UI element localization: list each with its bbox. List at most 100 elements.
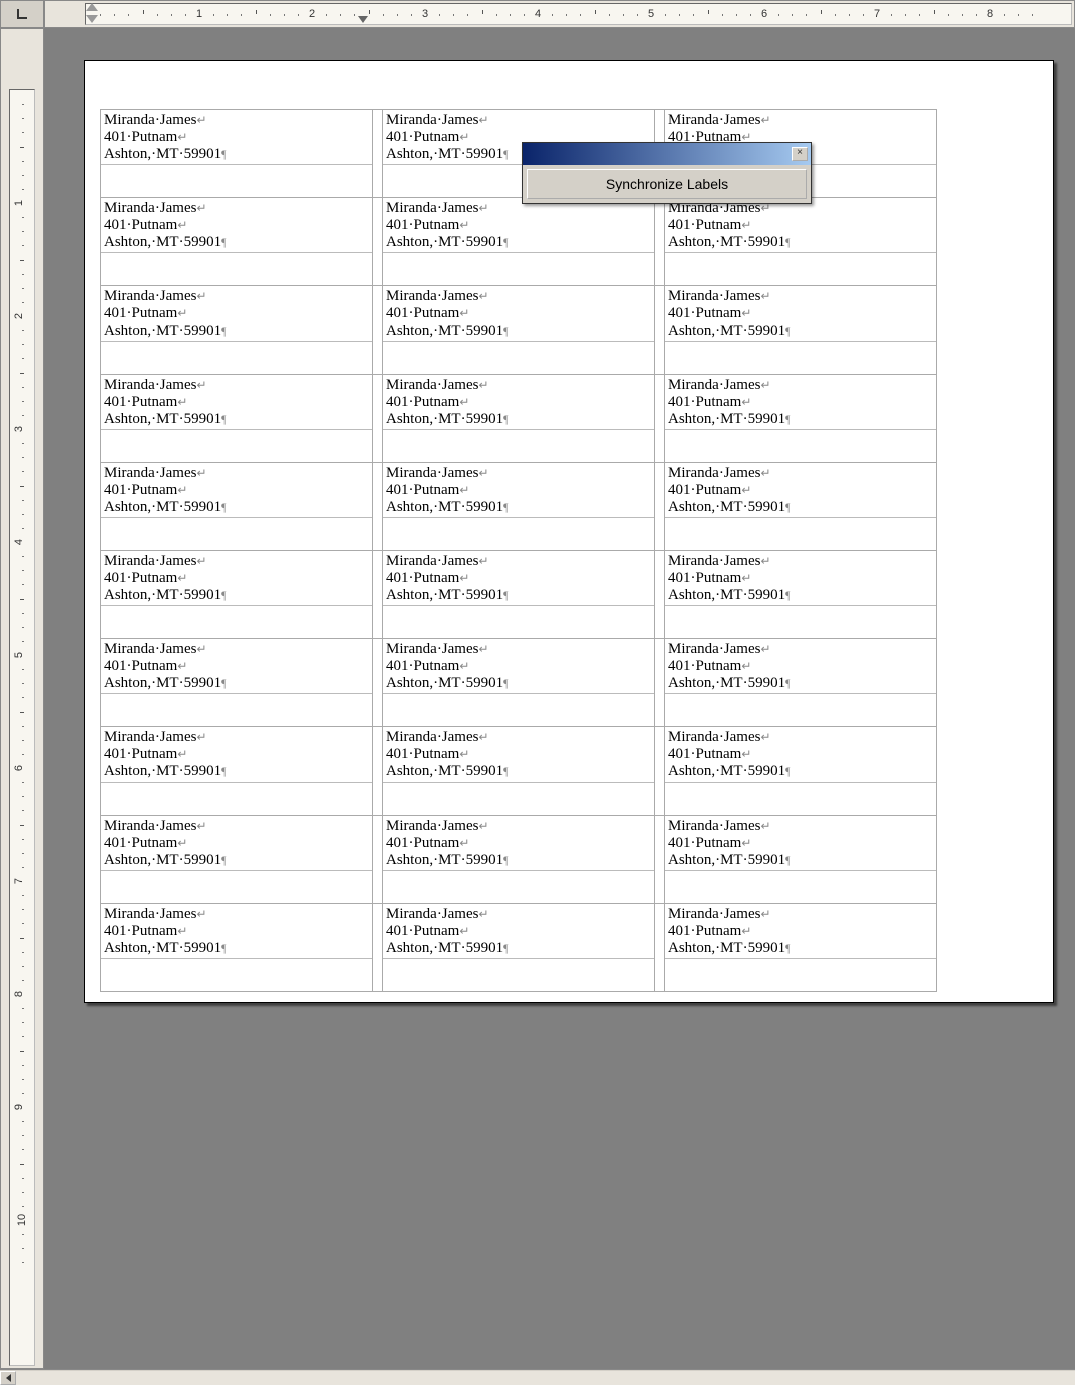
label-cell[interactable]: Miranda·James↵401·Putnam↵Ashton,·MT·5990… [383, 462, 655, 550]
label-cell[interactable]: Miranda·James↵401·Putnam↵Ashton,·MT·5990… [101, 903, 373, 991]
label-text-block[interactable]: Miranda·James↵401·Putnam↵Ashton,·MT·5990… [665, 551, 936, 606]
label-text-block[interactable]: Miranda·James↵401·Putnam↵Ashton,·MT·5990… [101, 816, 372, 871]
label-text-block[interactable]: Miranda·James↵401·Putnam↵Ashton,·MT·5990… [383, 198, 654, 253]
label-text-block[interactable]: Miranda·James↵401·Putnam↵Ashton,·MT·5990… [383, 816, 654, 871]
close-button[interactable]: × [792, 147, 808, 161]
label-text-block[interactable]: Miranda·James↵401·Putnam↵Ashton,·MT·5990… [665, 463, 936, 518]
toolbar-titlebar[interactable]: × [523, 143, 811, 165]
label-empty-area[interactable] [101, 165, 372, 197]
label-text-block[interactable]: Miranda·James↵401·Putnam↵Ashton,·MT·5990… [665, 727, 936, 782]
label-cell[interactable]: Miranda·James↵401·Putnam↵Ashton,·MT·5990… [101, 198, 373, 286]
label-empty-area[interactable] [383, 342, 654, 374]
label-text-block[interactable]: Miranda·James↵401·Putnam↵Ashton,·MT·5990… [383, 904, 654, 959]
label-empty-area[interactable] [665, 694, 936, 726]
label-text-block[interactable]: Miranda·James↵401·Putnam↵Ashton,·MT·5990… [101, 198, 372, 253]
left-indent-marker-icon[interactable] [86, 3, 98, 11]
label-cell[interactable]: Miranda·James↵401·Putnam↵Ashton,·MT·5990… [665, 727, 937, 815]
scroll-track[interactable] [16, 1371, 1075, 1385]
label-line: Ashton,·MT·59901 [104, 763, 221, 779]
label-cell[interactable]: Miranda·James↵401·Putnam↵Ashton,·MT·5990… [665, 550, 937, 638]
label-text-block[interactable]: Miranda·James↵401·Putnam↵Ashton,·MT·5990… [101, 727, 372, 782]
label-cell[interactable]: Miranda·James↵401·Putnam↵Ashton,·MT·5990… [101, 639, 373, 727]
horizontal-ruler[interactable]: 12345678 [44, 0, 1075, 28]
label-empty-area[interactable] [383, 253, 654, 285]
label-cell[interactable]: Miranda·James↵401·Putnam↵Ashton,·MT·5990… [665, 815, 937, 903]
label-empty-area[interactable] [383, 694, 654, 726]
label-empty-area[interactable] [665, 253, 936, 285]
label-cell[interactable]: Miranda·James↵401·Putnam↵Ashton,·MT·5990… [383, 903, 655, 991]
label-text-block[interactable]: Miranda·James↵401·Putnam↵Ashton,·MT·5990… [101, 375, 372, 430]
label-text-block[interactable]: Miranda·James↵401·Putnam↵Ashton,·MT·5990… [665, 198, 936, 253]
label-text-block[interactable]: Miranda·James↵401·Putnam↵Ashton,·MT·5990… [383, 286, 654, 341]
label-empty-area[interactable] [101, 253, 372, 285]
label-text-block[interactable]: Miranda·James↵401·Putnam↵Ashton,·MT·5990… [101, 286, 372, 341]
label-empty-area[interactable] [101, 783, 372, 815]
vertical-ruler[interactable]: 12345678910 [0, 28, 44, 1369]
label-empty-area[interactable] [665, 518, 936, 550]
label-cell[interactable]: Miranda·James↵401·Putnam↵Ashton,·MT·5990… [101, 462, 373, 550]
label-text-block[interactable]: Miranda·James↵401·Putnam↵Ashton,·MT·5990… [101, 551, 372, 606]
label-text-block[interactable]: Miranda·James↵401·Putnam↵Ashton,·MT·5990… [383, 639, 654, 694]
label-cell[interactable]: Miranda·James↵401·Putnam↵Ashton,·MT·5990… [101, 286, 373, 374]
label-cell[interactable]: Miranda·James↵401·Putnam↵Ashton,·MT·5990… [383, 286, 655, 374]
label-empty-area[interactable] [101, 430, 372, 462]
label-text-block[interactable]: Miranda·James↵401·Putnam↵Ashton,·MT·5990… [101, 463, 372, 518]
label-empty-area[interactable] [665, 342, 936, 374]
label-empty-area[interactable] [101, 959, 372, 991]
scroll-left-button[interactable] [0, 1371, 16, 1385]
label-text-block[interactable]: Miranda·James↵401·Putnam↵Ashton,·MT·5990… [665, 639, 936, 694]
label-cell[interactable]: Miranda·James↵401·Putnam↵Ashton,·MT·5990… [665, 374, 937, 462]
label-cell[interactable]: Miranda·James↵401·Putnam↵Ashton,·MT·5990… [665, 462, 937, 550]
label-text-block[interactable]: Miranda·James↵401·Putnam↵Ashton,·MT·5990… [665, 904, 936, 959]
label-empty-area[interactable] [665, 606, 936, 638]
label-text-block[interactable]: Miranda·James↵401·Putnam↵Ashton,·MT·5990… [665, 286, 936, 341]
label-empty-area[interactable] [383, 871, 654, 903]
label-empty-area[interactable] [665, 871, 936, 903]
label-cell[interactable]: Miranda·James↵401·Putnam↵Ashton,·MT·5990… [101, 815, 373, 903]
label-empty-area[interactable] [665, 959, 936, 991]
label-empty-area[interactable] [383, 959, 654, 991]
label-text-block[interactable]: Miranda·James↵401·Putnam↵Ashton,·MT·5990… [383, 551, 654, 606]
return-mark-icon: ↵ [741, 395, 751, 409]
label-cell[interactable]: Miranda·James↵401·Putnam↵Ashton,·MT·5990… [101, 110, 373, 198]
label-empty-area[interactable] [101, 518, 372, 550]
label-empty-area[interactable] [383, 430, 654, 462]
label-text-block[interactable]: Miranda·James↵401·Putnam↵Ashton,·MT·5990… [383, 375, 654, 430]
label-cell[interactable]: Miranda·James↵401·Putnam↵Ashton,·MT·5990… [383, 198, 655, 286]
label-cell[interactable]: Miranda·James↵401·Putnam↵Ashton,·MT·5990… [101, 374, 373, 462]
label-cell[interactable]: Miranda·James↵401·Putnam↵Ashton,·MT·5990… [665, 198, 937, 286]
label-cell[interactable]: Miranda·James↵401·Putnam↵Ashton,·MT·5990… [101, 550, 373, 638]
synchronize-labels-toolbar[interactable]: × Synchronize Labels [522, 142, 812, 204]
synchronize-labels-button[interactable]: Synchronize Labels [527, 169, 807, 199]
label-text-block[interactable]: Miranda·James↵401·Putnam↵Ashton,·MT·5990… [665, 375, 936, 430]
label-empty-area[interactable] [383, 783, 654, 815]
label-empty-area[interactable] [383, 518, 654, 550]
label-cell[interactable]: Miranda·James↵401·Putnam↵Ashton,·MT·5990… [665, 903, 937, 991]
label-text-block[interactable]: Miranda·James↵401·Putnam↵Ashton,·MT·5990… [101, 639, 372, 694]
label-text-block[interactable]: Miranda·James↵401·Putnam↵Ashton,·MT·5990… [665, 816, 936, 871]
document-viewport[interactable]: Miranda·James↵401·Putnam↵Ashton,·MT·5990… [44, 28, 1075, 1369]
ruler-origin-button[interactable] [0, 0, 44, 28]
label-empty-area[interactable] [665, 430, 936, 462]
label-empty-area[interactable] [101, 694, 372, 726]
label-empty-area[interactable] [101, 871, 372, 903]
label-cell[interactable]: Miranda·James↵401·Putnam↵Ashton,·MT·5990… [383, 550, 655, 638]
label-text-block[interactable]: Miranda·James↵401·Putnam↵Ashton,·MT·5990… [383, 463, 654, 518]
label-empty-area[interactable] [101, 342, 372, 374]
label-cell[interactable]: Miranda·James↵401·Putnam↵Ashton,·MT·5990… [383, 374, 655, 462]
label-cell[interactable]: Miranda·James↵401·Putnam↵Ashton,·MT·5990… [383, 639, 655, 727]
label-cell[interactable]: Miranda·James↵401·Putnam↵Ashton,·MT·5990… [383, 727, 655, 815]
label-empty-area[interactable] [383, 606, 654, 638]
label-cell[interactable]: Miranda·James↵401·Putnam↵Ashton,·MT·5990… [665, 639, 937, 727]
label-cell[interactable]: Miranda·James↵401·Putnam↵Ashton,·MT·5990… [665, 286, 937, 374]
label-text-block[interactable]: Miranda·James↵401·Putnam↵Ashton,·MT·5990… [101, 904, 372, 959]
tab-stop-marker-icon[interactable] [358, 16, 368, 23]
label-text-block[interactable]: Miranda·James↵401·Putnam↵Ashton,·MT·5990… [383, 727, 654, 782]
label-empty-area[interactable] [665, 783, 936, 815]
h-ruler-number: 4 [535, 8, 541, 20]
label-text-block[interactable]: Miranda·James↵401·Putnam↵Ashton,·MT·5990… [101, 110, 372, 165]
label-empty-area[interactable] [101, 606, 372, 638]
label-cell[interactable]: Miranda·James↵401·Putnam↵Ashton,·MT·5990… [383, 815, 655, 903]
label-cell[interactable]: Miranda·James↵401·Putnam↵Ashton,·MT·5990… [101, 727, 373, 815]
horizontal-scrollbar[interactable] [0, 1369, 1075, 1385]
